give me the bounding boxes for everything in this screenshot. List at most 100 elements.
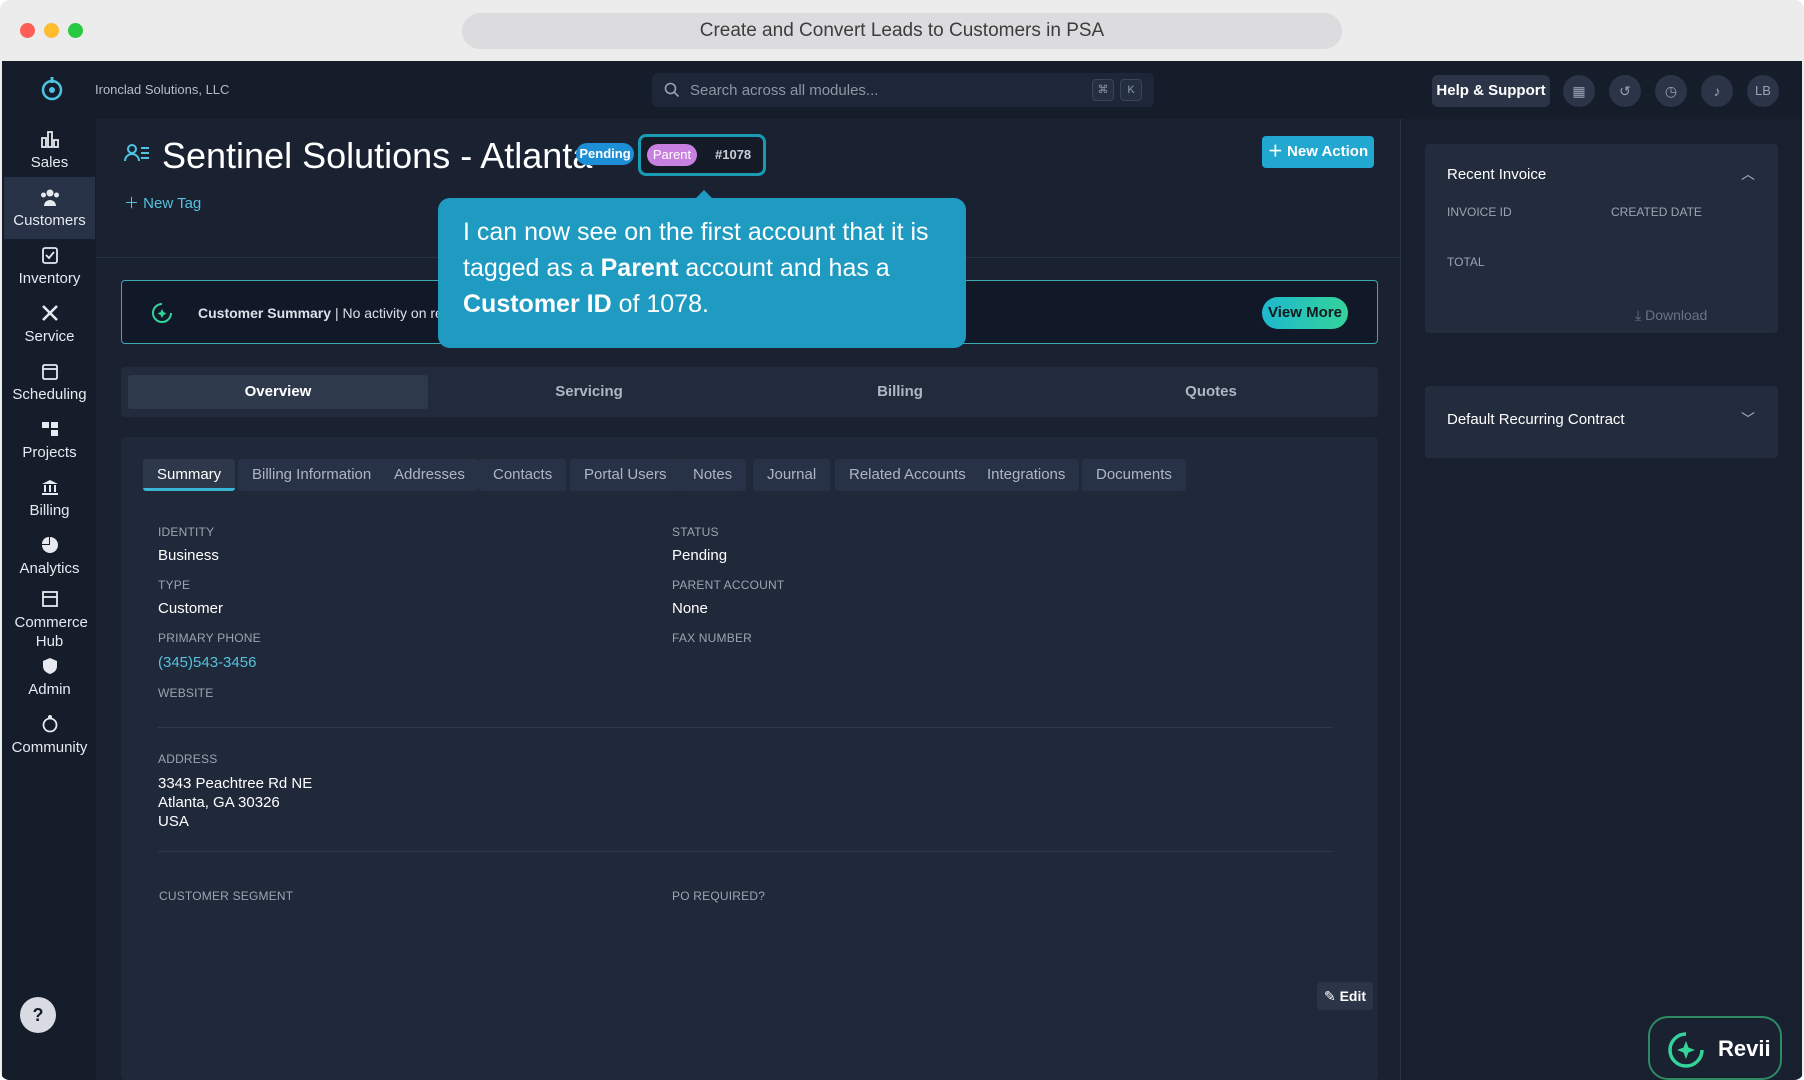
subtab-notes[interactable]: Notes — [679, 459, 747, 491]
invoice-id-label: INVOICE ID — [1447, 205, 1512, 219]
sidebar-item-projects[interactable]: Projects — [4, 409, 95, 469]
app-window: Create and Convert Leads to Customers in… — [0, 0, 1804, 1080]
subtab-summary[interactable]: Summary — [143, 459, 236, 491]
revii-assistant-button[interactable]: Revii — [1648, 1016, 1782, 1080]
account-contacts-icon — [124, 144, 149, 162]
timer-icon[interactable]: ◷ — [1655, 75, 1687, 107]
tab-overview[interactable]: Overview — [128, 375, 428, 409]
history-icon[interactable]: ↺ — [1609, 75, 1641, 107]
customers-icon — [40, 189, 59, 206]
parent-tag-badge[interactable]: Parent — [647, 144, 697, 166]
panel-divider — [1400, 119, 1401, 1080]
identity-value: Business — [158, 547, 219, 564]
edit-button[interactable]: ✎ Edit — [1317, 982, 1373, 1010]
view-more-button[interactable]: View More — [1262, 297, 1348, 329]
sidebar-item-label: Admin — [28, 681, 71, 698]
dashboard-icon[interactable]: ▦ — [1563, 75, 1595, 107]
address-line-2: Atlanta, GA 30326 — [158, 794, 280, 811]
pie-chart-icon — [41, 537, 58, 553]
created-date-label: CREATED DATE — [1611, 205, 1702, 219]
default-contract-title: Default Recurring Contract — [1447, 411, 1625, 428]
primary-phone-label: PRIMARY PHONE — [158, 631, 261, 645]
new-action-button[interactable]: ＋ New Action — [1262, 136, 1374, 168]
sidebar-item-label: Sales — [30, 154, 69, 171]
subtab-addresses[interactable]: Addresses — [380, 459, 479, 491]
type-value: Customer — [158, 600, 224, 617]
po-required-label: PO REQUIRED? — [672, 889, 766, 903]
status-label: STATUS — [672, 525, 719, 539]
subtab-portal-users[interactable]: Portal Users — [570, 459, 681, 491]
recent-invoice-title: Recent Invoice — [1447, 166, 1547, 183]
sidebar-item-admin[interactable]: Admin — [4, 646, 95, 706]
sidebar-item-community[interactable]: Community — [4, 704, 95, 764]
customer-id: #1078 — [715, 147, 752, 162]
sidebar-item-analytics[interactable]: Analytics — [4, 525, 95, 585]
kbd-cmd-hint: ⌘ — [1092, 79, 1114, 101]
search-input[interactable]: Search across all modules... — [690, 82, 878, 99]
close-window-button[interactable] — [20, 23, 35, 38]
total-label: TOTAL — [1447, 255, 1485, 269]
new-tag-button[interactable]: ＋ New Tag — [124, 192, 201, 213]
tutorial-callout: I can now see on the first account that … — [438, 198, 966, 348]
sidebar-item-label: Community — [11, 739, 88, 756]
projects-icon — [41, 422, 58, 436]
parent-account-value: None — [672, 600, 708, 617]
address-label: ADDRESS — [158, 752, 218, 766]
tag-highlight: Parent #1078 — [638, 134, 766, 176]
calendar-icon — [41, 364, 58, 380]
sparkle-icon — [152, 303, 172, 323]
sidebar-item-inventory[interactable]: Inventory — [4, 235, 95, 295]
sidebar-item-label: Analytics — [19, 560, 80, 577]
subtab-documents[interactable]: Documents — [1082, 459, 1186, 491]
sidebar-item-commerce-hub[interactable]: Commerce Hub — [4, 579, 95, 655]
tab-servicing[interactable]: Servicing — [439, 375, 739, 409]
main-tabs: Overview Servicing Billing Quotes — [121, 367, 1378, 417]
collapse-chevron-up-icon[interactable]: ︿ — [1741, 164, 1755, 184]
fax-number-label: FAX NUMBER — [672, 631, 753, 645]
website-label: WEBSITE — [158, 686, 214, 700]
sidebar-item-service[interactable]: Service — [4, 293, 95, 353]
revii-label: Revii — [1718, 1036, 1771, 1061]
expand-chevron-down-icon[interactable]: ﹀ — [1741, 409, 1755, 429]
callout-bold-1: Parent — [600, 254, 679, 282]
sidebar-item-scheduling[interactable]: Scheduling — [4, 351, 95, 411]
search-icon — [664, 82, 680, 98]
status-value: Pending — [672, 547, 728, 564]
primary-phone-link[interactable]: (345)543-3456 — [158, 654, 256, 671]
subtab-contacts[interactable]: Contacts — [479, 459, 567, 491]
subtab-integrations[interactable]: Integrations — [973, 459, 1080, 491]
admin-icon — [42, 658, 57, 674]
subtab-related-accounts[interactable]: Related Accounts — [835, 459, 980, 491]
subtab-journal[interactable]: Journal — [753, 459, 831, 491]
notifications-bell-icon[interactable]: ♪ — [1701, 75, 1733, 107]
download-button[interactable]: ⤓ Download — [1635, 307, 1707, 324]
tab-quotes[interactable]: Quotes — [1061, 375, 1361, 409]
customer-segment-label: CUSTOMER SEGMENT — [159, 889, 294, 903]
recent-invoice-card: Recent Invoice ︿ INVOICE ID CREATED DATE… — [1425, 144, 1778, 333]
kbd-k-hint: K — [1120, 79, 1142, 101]
community-icon — [42, 715, 57, 733]
sidebar-item-label: Projects — [22, 444, 77, 461]
subtab-billing-information[interactable]: Billing Information — [238, 459, 386, 491]
sidebar-item-customers[interactable]: Customers — [4, 177, 95, 239]
edit-label: Edit — [1339, 988, 1367, 1004]
company-name: Ironclad Solutions, LLC — [95, 82, 230, 97]
tab-billing[interactable]: Billing — [750, 375, 1050, 409]
global-search[interactable]: Search across all modules... ⌘ K — [652, 73, 1154, 107]
help-button[interactable]: ? — [20, 997, 56, 1033]
default-contract-card[interactable]: Default Recurring Contract ﹀ — [1425, 386, 1778, 458]
sidebar-item-sales[interactable]: Sales — [4, 119, 95, 179]
billing-icon — [41, 480, 58, 495]
inventory-icon — [41, 247, 58, 264]
store-icon — [41, 591, 58, 607]
user-avatar[interactable]: LB — [1747, 75, 1779, 107]
revii-sparkle-icon — [1668, 1032, 1704, 1068]
sidebar-item-label: Customers — [13, 212, 86, 229]
sidebar-item-label: Inventory — [18, 270, 81, 287]
app-logo-icon[interactable] — [38, 75, 66, 103]
help-support-button[interactable]: Help & Support — [1432, 75, 1550, 107]
page-title: Sentinel Solutions - Atlanta — [162, 135, 593, 176]
maximize-window-button[interactable] — [68, 23, 83, 38]
minimize-window-button[interactable] — [44, 23, 59, 38]
sidebar-item-billing[interactable]: Billing — [4, 467, 95, 527]
